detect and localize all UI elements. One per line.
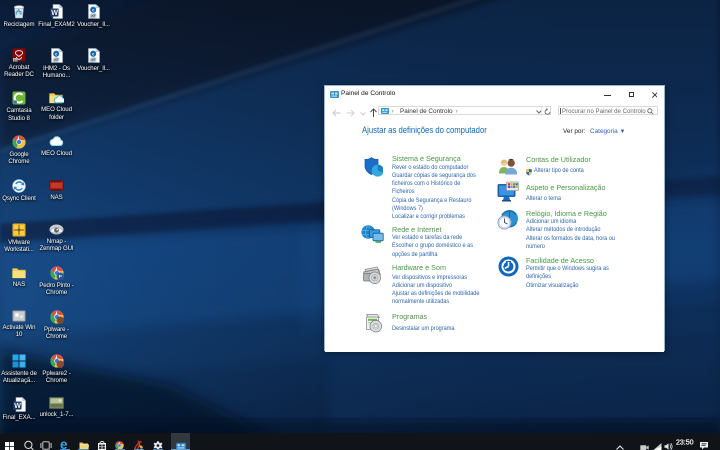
svg-text:W: W	[51, 10, 58, 17]
svg-text:P: P	[58, 274, 61, 280]
svg-text:pdf: pdf	[53, 57, 58, 61]
svg-text:pdf: pdf	[90, 57, 95, 61]
svg-text:W: W	[14, 403, 21, 410]
svg-text:pdf: pdf	[90, 14, 95, 18]
svg-text:23:50: 23:50	[676, 440, 694, 447]
